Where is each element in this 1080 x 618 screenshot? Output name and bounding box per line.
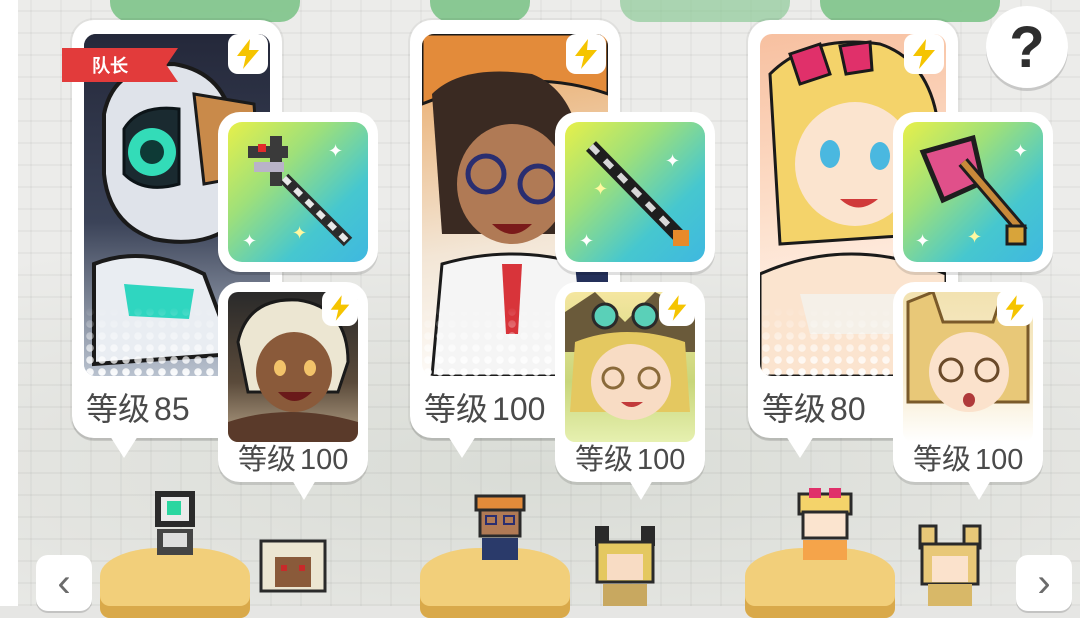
slot-2-support-card[interactable]: 等级 100 xyxy=(555,282,705,500)
level-value: 80 xyxy=(830,391,866,427)
level-value: 100 xyxy=(637,444,686,476)
slot-3-weapon-card[interactable]: ✦ ✦ ✦ xyxy=(893,112,1053,272)
card-tail xyxy=(786,436,814,458)
level-label: 等级 xyxy=(913,444,972,476)
level-label: 等级 xyxy=(86,391,151,427)
leader-badge: 队长 xyxy=(62,48,178,82)
weapon-icon-background: ✦ ✦ ✦ xyxy=(903,122,1043,262)
summer-sprite[interactable] xyxy=(785,486,865,566)
sparkle-icon: ✦ xyxy=(967,227,983,247)
weapon-icon-background: ✦ ✦ ✦ xyxy=(228,122,368,262)
level-value: 85 xyxy=(154,391,190,427)
lightning-bolt-icon xyxy=(997,290,1033,326)
card-tail xyxy=(448,436,476,458)
level-value: 100 xyxy=(492,391,546,427)
card-tail xyxy=(292,480,316,500)
level-label: 等级 xyxy=(762,391,827,427)
sparkle-icon: ✦ xyxy=(292,223,308,243)
slot-3-support-card[interactable]: 等级 100 xyxy=(893,282,1043,500)
lightning-bolt-icon xyxy=(904,34,944,74)
lightning-bolt-icon xyxy=(228,34,268,74)
slot-1-weapon-card[interactable]: ✦ ✦ ✦ xyxy=(218,112,378,272)
scholar-sprite[interactable] xyxy=(460,488,540,568)
previous-page-button[interactable]: ‹ xyxy=(36,555,92,611)
robot-sprite[interactable] xyxy=(135,485,215,565)
help-button[interactable]: ? xyxy=(986,6,1068,88)
level-value: 100 xyxy=(300,444,349,476)
foliage-decoration xyxy=(110,0,300,22)
sparkle-icon: ✦ xyxy=(665,151,681,171)
sparkle-icon: ✦ xyxy=(1013,141,1029,161)
lightning-bolt-icon xyxy=(659,290,695,326)
card-tail xyxy=(967,480,991,500)
foliage-decoration xyxy=(620,0,790,22)
foliage-decoration xyxy=(820,0,1000,22)
question-mark-icon: ? xyxy=(1009,14,1045,80)
chevron-left-icon: ‹ xyxy=(57,560,71,605)
card-tail xyxy=(110,436,138,458)
sparkle-icon: ✦ xyxy=(242,231,258,251)
card-tail xyxy=(629,480,653,500)
level-label: 等级 xyxy=(238,444,297,476)
support-sprite[interactable] xyxy=(910,522,990,606)
slot-1-support-card[interactable]: 等级 100 xyxy=(218,282,368,500)
support-sprite[interactable] xyxy=(585,522,665,606)
level-label: 等级 xyxy=(575,444,634,476)
sparkle-icon: ✦ xyxy=(915,231,931,251)
lightning-bolt-icon xyxy=(322,290,358,326)
level-label: 等级 xyxy=(424,391,489,427)
support-sprite[interactable] xyxy=(245,535,340,606)
level-value: 100 xyxy=(975,444,1024,476)
support-level: 等级 100 xyxy=(913,436,1043,478)
weapon-icon-background: ✦ ✦ ✦ xyxy=(565,122,705,262)
sparkle-icon: ✦ xyxy=(593,179,609,199)
chevron-right-icon: › xyxy=(1037,560,1051,605)
sparkle-icon: ✦ xyxy=(328,141,344,161)
support-level: 等级 100 xyxy=(575,436,705,478)
next-page-button[interactable]: › xyxy=(1016,555,1072,611)
sparkle-icon: ✦ xyxy=(579,231,595,251)
foliage-decoration xyxy=(430,0,530,22)
left-edge-bar xyxy=(0,0,18,606)
lightning-bolt-icon xyxy=(566,34,606,74)
support-level: 等级 100 xyxy=(238,436,368,478)
slot-2-weapon-card[interactable]: ✦ ✦ ✦ xyxy=(555,112,715,272)
